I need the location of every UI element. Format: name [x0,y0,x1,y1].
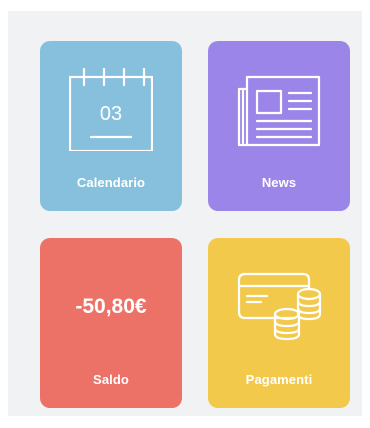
tile-pagamenti[interactable]: Pagamenti [208,238,350,408]
saldo-amount: -50,80€ [75,295,147,318]
calendar-icon: 03 [40,41,182,161]
tile-label-calendario: Calendario [76,175,146,190]
tile-label-news: News [261,175,297,190]
tile-saldo[interactable]: -50,80€ Saldo [40,238,182,408]
tile-label-pagamenti: Pagamenti [245,372,313,387]
tile-label-saldo: Saldo [93,372,129,387]
tile-calendario[interactable]: 03 Calendario [40,41,182,211]
card-coins-icon [208,238,350,358]
calendar-day: 03 [100,103,122,125]
newspaper-icon [208,41,350,161]
tile-news[interactable]: News [208,41,350,211]
